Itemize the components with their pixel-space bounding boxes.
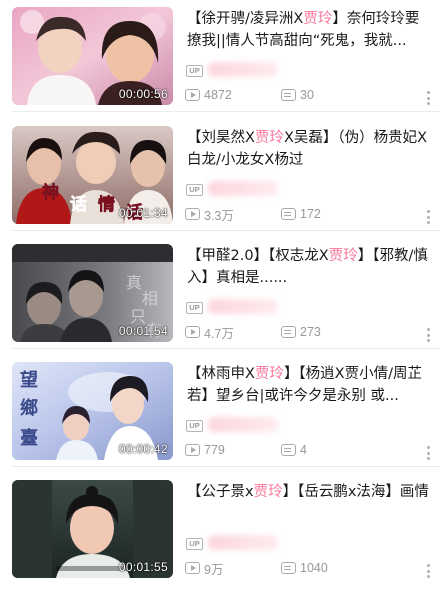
danmaku-count-icon	[281, 208, 296, 220]
video-stats: 9万 1040	[185, 559, 328, 578]
video-item[interactable]: 00:00:56 【徐开骋/凌异洲X贾玲】奈何玲玲要撩我||情人节高甜向“死鬼，…	[0, 0, 440, 112]
danmaku-count-icon	[281, 444, 296, 456]
video-title[interactable]: 【林雨申X贾玲】【杨逍X贾小倩/周芷若】望乡台|或许今夕是永别 或...	[187, 364, 430, 408]
video-thumbnail[interactable]: 真 相 只 有 00:01:54	[12, 244, 173, 342]
more-vertical-icon[interactable]	[426, 328, 430, 342]
play-count: 9万	[185, 559, 223, 578]
danmaku-count-icon	[281, 326, 296, 338]
video-thumbnail[interactable]: 望 鄉 臺 00:00:42	[12, 362, 173, 460]
keyword-highlight: 贾玲	[253, 484, 283, 500]
danmaku-count: 172	[281, 207, 321, 221]
video-item[interactable]: 神 话 情 话 00:01:34 【刘昊然X贾玲X吴磊】（伪）杨贵妃X白龙/小龙…	[0, 119, 440, 231]
svg-text:话: 话	[70, 194, 87, 215]
up-badge: UP	[186, 420, 203, 432]
play-count-icon	[185, 444, 200, 456]
video-item[interactable]: 真 相 只 有 00:01:54 【甲醛2.0】【权志龙X贾玲】【邪教/慎入】真…	[0, 237, 440, 349]
play-count: 4872	[185, 88, 232, 102]
uploader-row[interactable]: UP	[186, 62, 278, 79]
video-thumbnail[interactable]: 神 话 情 话 00:01:34	[12, 126, 173, 224]
video-title[interactable]: 【徐开骋/凌异洲X贾玲】奈何玲玲要撩我||情人节高甜向“死鬼，我就...	[187, 9, 430, 53]
keyword-highlight: 贾玲	[254, 366, 284, 382]
danmaku-count: 4	[281, 443, 307, 457]
play-count-icon	[185, 326, 200, 338]
svg-text:鄉: 鄉	[20, 397, 38, 419]
video-duration: 00:01:34	[118, 206, 168, 220]
uploader-row[interactable]: UP	[186, 299, 278, 316]
more-vertical-icon[interactable]	[426, 210, 430, 224]
danmaku-count-icon	[281, 89, 296, 101]
play-count-icon	[185, 89, 200, 101]
svg-text:相: 相	[142, 289, 158, 308]
more-vertical-icon[interactable]	[426, 564, 430, 578]
video-item[interactable]: 望 鄉 臺 00:00:42 【林雨申X贾玲】【杨逍X贾小倩/周芷若】望乡台|或…	[0, 355, 440, 467]
video-result-list: 00:00:56 【徐开骋/凌异洲X贾玲】奈何玲玲要撩我||情人节高甜向“死鬼，…	[0, 0, 440, 590]
play-count: 3.3万	[185, 205, 234, 224]
uploader-name-redacted	[208, 417, 278, 432]
keyword-highlight: 贾玲	[328, 248, 358, 264]
video-title[interactable]: 【甲醛2.0】【权志龙X贾玲】【邪教/慎入】真相是......	[187, 246, 430, 290]
video-stats: 3.3万 172	[185, 205, 321, 224]
video-stats: 779 4	[185, 442, 307, 458]
svg-text:真: 真	[126, 273, 142, 292]
svg-text:神: 神	[42, 182, 59, 203]
video-thumbnail[interactable]: 00:01:55	[12, 480, 173, 578]
svg-text:臺: 臺	[20, 427, 38, 449]
more-vertical-icon[interactable]	[426, 446, 430, 460]
play-count: 779	[185, 443, 225, 457]
play-count-icon	[185, 208, 200, 220]
uploader-name-redacted	[208, 62, 278, 77]
video-thumbnail[interactable]: 00:00:56	[12, 7, 173, 105]
svg-text:望: 望	[20, 369, 38, 391]
video-title[interactable]: 【公子景x贾玲】【岳云鹏x法海】画情	[187, 482, 430, 526]
video-item[interactable]: 00:01:55 【公子景x贾玲】【岳云鹏x法海】画情 UP 9万 1040	[0, 473, 440, 585]
uploader-name-redacted	[208, 535, 278, 550]
more-vertical-icon[interactable]	[426, 91, 430, 105]
video-stats: 4872 30	[185, 87, 314, 103]
danmaku-count: 30	[281, 88, 314, 102]
uploader-name-redacted	[208, 181, 278, 196]
svg-text:情: 情	[98, 194, 115, 215]
keyword-highlight: 贾玲	[303, 11, 333, 27]
uploader-row[interactable]: UP	[186, 417, 278, 434]
video-stats: 4.7万 273	[185, 323, 321, 342]
up-badge: UP	[186, 302, 203, 314]
danmaku-count: 273	[281, 325, 321, 339]
video-duration: 00:00:42	[118, 442, 168, 456]
danmaku-count-icon	[281, 562, 296, 574]
up-badge: UP	[186, 538, 203, 550]
play-count: 4.7万	[185, 323, 234, 342]
video-duration: 00:01:55	[118, 560, 168, 574]
video-duration: 00:01:54	[118, 324, 168, 338]
video-duration: 00:00:56	[118, 87, 168, 101]
up-badge: UP	[186, 184, 203, 196]
uploader-row[interactable]: UP	[186, 181, 278, 198]
uploader-row[interactable]: UP	[186, 535, 278, 552]
video-title[interactable]: 【刘昊然X贾玲X吴磊】（伪）杨贵妃X白龙/小龙女X杨过	[187, 128, 430, 172]
uploader-name-redacted	[208, 299, 278, 314]
up-badge: UP	[186, 65, 203, 77]
danmaku-count: 1040	[281, 561, 328, 575]
play-count-icon	[185, 562, 200, 574]
keyword-highlight: 贾玲	[254, 130, 284, 146]
